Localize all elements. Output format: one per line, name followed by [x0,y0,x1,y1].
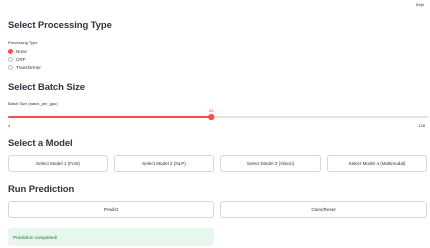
processing-type-label: Processing Type [8,40,38,45]
batch-size-label: Batch Size (batch_per_gpu) [8,101,58,106]
processing-section-title: Select Processing Type [8,20,112,31]
success-alert: Prediction completed! [8,228,214,246]
radio-option-crf[interactable]: CRF [8,57,25,62]
slider-thumb[interactable] [208,114,214,120]
radio-option-none[interactable]: None [8,49,27,54]
radio-button[interactable] [8,57,13,62]
batch-section-title: Select Batch Size [8,82,85,93]
predict-button[interactable]: Predict [8,201,214,218]
slider-min-label: 4 [8,123,11,128]
select-model-3-button[interactable]: Select Model 3 (Vision) [220,155,321,172]
batch-size-slider[interactable]: 64 [8,108,428,120]
top-toolbar: Depl [0,0,430,12]
radio-button[interactable] [8,65,13,70]
radio-label: None [16,49,27,54]
slider-fill [8,116,212,118]
clear-reset-button[interactable]: Clear/Reset [220,201,427,218]
deploy-button[interactable]: Depl [416,2,424,7]
select-model-4-button[interactable]: Select Model 4 (Multimodal) [327,155,427,172]
slider-value: 64 [208,108,214,113]
radio-label: Transformer [16,65,41,70]
slider-max-label: 128 [418,123,425,128]
select-model-2-button[interactable]: Select Model 2 (NLP) [114,155,214,172]
select-model-1-button[interactable]: Select Model 1 (Font) [8,155,108,172]
radio-button[interactable] [8,49,13,54]
run-section-title: Run Prediction [8,184,75,195]
model-section-title: Select a Model [8,138,73,149]
radio-option-transformer[interactable]: Transformer [8,65,41,70]
radio-label: CRF [16,57,26,62]
